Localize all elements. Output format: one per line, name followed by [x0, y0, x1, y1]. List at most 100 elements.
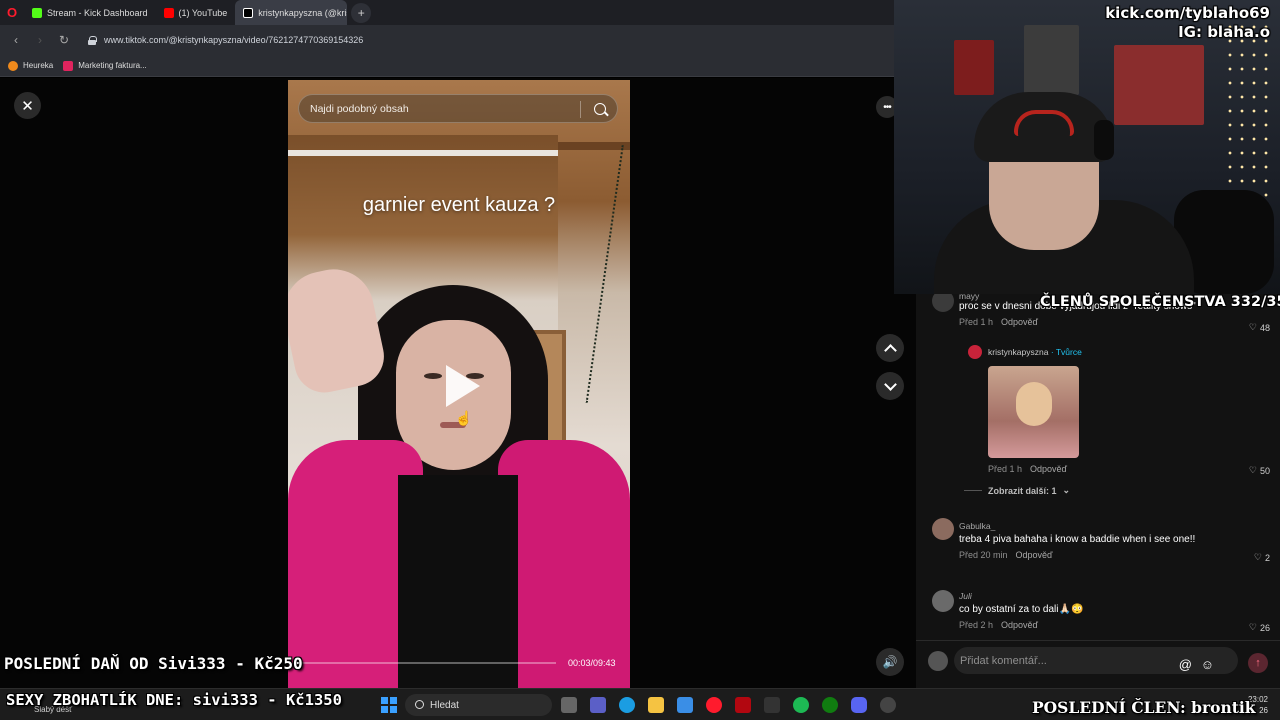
eye — [424, 373, 442, 379]
teams-icon[interactable] — [590, 697, 606, 713]
comment-meta: Před 1 h Odpověď — [988, 464, 1067, 474]
bookmark-label: Marketing faktura... — [78, 61, 147, 70]
more-replies-label: Zobrazit další: 1 — [988, 485, 1057, 496]
tab-label: Stream - Kick Dashboard — [47, 7, 148, 18]
like-count: 48 — [1259, 322, 1270, 333]
tiktok-icon — [243, 7, 254, 18]
tiktok-video-page: ✕ ••• Najdi podobný obsah garnier event … — [0, 78, 916, 688]
beanie-logo — [1014, 110, 1074, 136]
close-icon[interactable]: ✕ — [14, 92, 41, 119]
reply-button[interactable]: Odpověď — [1016, 550, 1053, 560]
avatar[interactable] — [932, 294, 954, 312]
lock-icon — [88, 35, 97, 45]
tab-kick-dashboard[interactable]: Stream - Kick Dashboard — [24, 0, 156, 25]
tab-tiktok[interactable]: kristynkapyszna (@kristyn — [235, 0, 348, 25]
heureka-icon — [8, 60, 18, 71]
address-bar: ‹ › ↻ www.tiktok.com/@kristynkapyszna/vi… — [0, 25, 894, 55]
chevron-down-icon — [883, 377, 897, 391]
black-shirt — [398, 475, 518, 688]
tab-youtube[interactable]: (1) YouTube — [156, 0, 236, 25]
comment-time: Před 2 h — [959, 620, 994, 630]
emoji-icon[interactable]: ☺ — [1201, 657, 1214, 672]
windows-start-icon[interactable] — [381, 697, 397, 713]
ceiling-beam — [288, 150, 558, 156]
comment-text: treba 4 piva bahaha i know a baddie when… — [959, 534, 1196, 545]
comment-text: co by ostatní za to dali🙏🏻😳 — [959, 604, 1084, 615]
file-explorer-icon[interactable] — [648, 697, 664, 713]
bookmark-heureka[interactable]: Heureka — [8, 60, 53, 71]
volume-icon[interactable]: 🔊 — [876, 648, 904, 676]
creator-label: · Tvůrce — [1048, 347, 1082, 357]
comment-username[interactable]: Gabulka_ — [959, 521, 1249, 531]
like-button[interactable]: ♡ 48 — [1249, 322, 1270, 333]
mention-icon[interactable]: @ — [1179, 657, 1192, 672]
taskbar-search[interactable]: Hledat — [405, 694, 552, 716]
spotify-icon[interactable] — [793, 697, 809, 713]
comment-username[interactable]: kristynkapyszna — [988, 347, 1048, 357]
user-avatar — [928, 651, 948, 671]
hand-cursor-icon: ☝ — [455, 410, 473, 426]
comment-input-bar: Přidat komentář... @ ☺ ↑ — [916, 640, 1280, 688]
wall-poster — [1114, 45, 1204, 125]
netflix-icon[interactable] — [735, 697, 751, 713]
xbox-icon[interactable] — [822, 697, 838, 713]
sexy-rich-overlay: SEXY ZBOHATLÍK DNE: sivi333 - Kč1350 — [6, 691, 342, 709]
comment-input[interactable]: Přidat komentář... @ ☺ — [954, 647, 1238, 674]
back-icon[interactable]: ‹ — [6, 30, 26, 50]
task-view-icon[interactable] — [561, 697, 577, 713]
store-icon[interactable] — [677, 697, 693, 713]
previous-video-button[interactable] — [876, 334, 904, 362]
wall-poster — [1024, 25, 1079, 95]
chevron-down-icon: ⌄ — [1062, 485, 1071, 495]
opera-icon[interactable] — [706, 697, 722, 713]
reload-icon[interactable]: ↻ — [54, 30, 74, 50]
url-field[interactable]: www.tiktok.com/@kristynkapyszna/video/76… — [88, 29, 888, 51]
comment: Gabulka_ treba 4 piva bahaha i know a ba… — [959, 521, 1249, 560]
reply-image[interactable] — [988, 366, 1079, 458]
tab-label: (1) YouTube — [178, 7, 228, 18]
reply-button[interactable]: Odpověď — [1001, 317, 1038, 327]
avatar[interactable] — [932, 518, 954, 540]
obs-icon[interactable] — [880, 697, 896, 713]
opera-menu-icon[interactable]: O — [0, 0, 24, 25]
new-tab-button[interactable]: + — [351, 2, 372, 23]
send-arrow-icon[interactable]: ↑ — [1248, 653, 1268, 673]
browser-tab-bar: O Stream - Kick Dashboard (1) YouTube kr… — [0, 0, 894, 25]
headset — [1094, 120, 1114, 160]
video-player[interactable]: Najdi podobný obsah garnier event kauza … — [288, 80, 630, 688]
similar-content-search[interactable]: Najdi podobný obsah — [298, 94, 618, 123]
like-count: 2 — [1264, 552, 1270, 563]
comment-time: Před 1 h — [988, 464, 1023, 474]
forward-icon[interactable]: › — [30, 30, 50, 50]
webcam-overlay: kick.com/tyblaho69 IG: blaha.o — [894, 0, 1280, 294]
creator-avatar[interactable] — [968, 345, 982, 359]
show-more-replies-button[interactable]: Zobrazit další: 1 ⌄ — [964, 485, 1070, 496]
like-count: 26 — [1259, 622, 1270, 633]
search-placeholder: Najdi podobný obsah — [310, 102, 409, 115]
like-button[interactable]: ♡ 26 — [1249, 622, 1270, 633]
wall-poster — [954, 40, 994, 95]
reply-button[interactable]: Odpověď — [1030, 464, 1067, 474]
play-icon[interactable] — [446, 365, 480, 407]
like-button[interactable]: ♡ 2 — [1254, 552, 1270, 563]
avatar[interactable] — [932, 590, 954, 612]
heart-icon: ♡ — [1248, 622, 1257, 632]
epic-games-icon[interactable] — [764, 697, 780, 713]
next-video-button[interactable] — [876, 372, 904, 400]
creator-reply: kristynkapyszna · Tvůrce — [988, 347, 1082, 358]
search-icon[interactable] — [594, 103, 606, 115]
comment-meta: Před 2 h Odpověď — [959, 620, 1249, 630]
comment-time: Před 20 min — [959, 550, 1008, 560]
comment-meta-row: Před 1 h Odpověď — [988, 459, 1067, 474]
edge-icon[interactable] — [619, 697, 635, 713]
bookmark-marketing-faktura[interactable]: Marketing faktura... — [63, 60, 147, 71]
video-progress-bar[interactable] — [298, 662, 556, 664]
discord-icon[interactable] — [851, 697, 867, 713]
comment-placeholder: Přidat komentář... — [960, 654, 1047, 667]
like-button[interactable]: ♡ 50 — [1249, 465, 1270, 476]
heart-icon: ♡ — [1253, 552, 1262, 562]
video-time: 00:03/09:43 — [568, 658, 616, 668]
bookmarks-bar: Heureka Marketing faktura... — [0, 55, 894, 77]
reply-button[interactable]: Odpověď — [1001, 620, 1038, 630]
comment-username[interactable]: Juli — [959, 591, 1249, 601]
